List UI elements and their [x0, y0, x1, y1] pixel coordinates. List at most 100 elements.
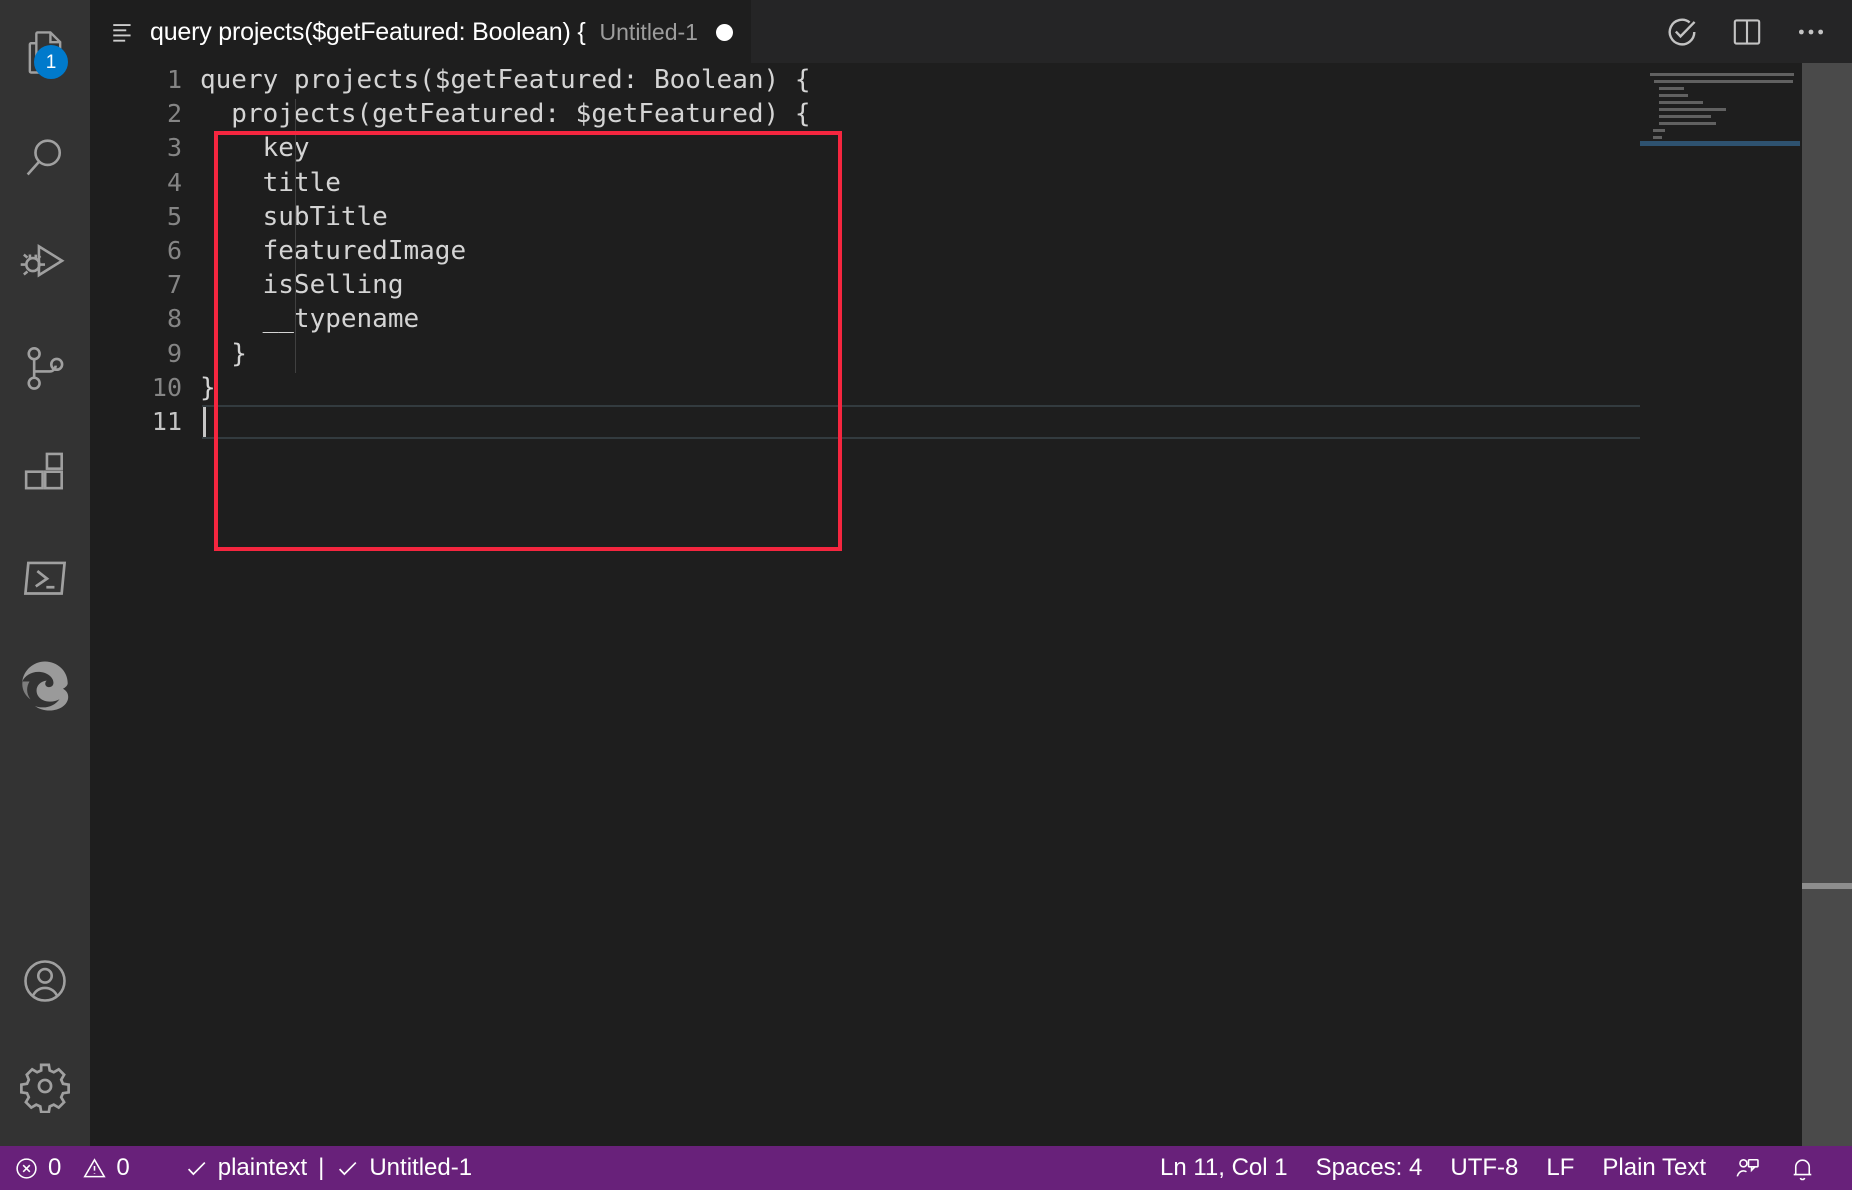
search-icon [19, 132, 71, 184]
activity-item-browser-preview[interactable] [0, 630, 90, 735]
minimap-line [1640, 127, 1800, 134]
status-separator: | [316, 1154, 326, 1182]
minimap-line [1640, 120, 1800, 127]
source-control-icon [19, 342, 71, 394]
line-number: 5 [90, 200, 200, 234]
code-line[interactable]: 6 featuredImage [90, 234, 1852, 268]
powershell-icon [18, 551, 72, 605]
line-number: 11 [90, 405, 200, 439]
tab-title: query projects($getFeatured: Boolean) { [150, 18, 586, 47]
status-editor-language[interactable]: Plain Text [1588, 1146, 1720, 1190]
editor-encoding-label: UTF-8 [1450, 1154, 1518, 1182]
activity-item-accounts[interactable] [0, 928, 90, 1033]
live-share-icon [1734, 1155, 1761, 1182]
line-text: key [200, 131, 310, 165]
minimap-line [1640, 106, 1800, 113]
status-editor-eol[interactable]: LF [1532, 1146, 1588, 1190]
minimap-line [1640, 99, 1800, 106]
more-actions-button[interactable] [1794, 15, 1828, 49]
minimap-current-line [1640, 141, 1800, 146]
split-editor-button[interactable] [1730, 15, 1764, 49]
code-content[interactable]: 1query projects($getFeatured: Boolean) {… [90, 63, 1852, 1160]
activity-item-search[interactable] [0, 105, 90, 210]
warning-icon [82, 1156, 107, 1181]
line-text: featuredImage [200, 234, 466, 268]
status-editor-selection[interactable]: Ln 11, Col 1 [1146, 1146, 1302, 1190]
execute-query-button[interactable] [1664, 14, 1700, 50]
line-text: isSelling [200, 268, 404, 302]
status-bar: 0 0 plaintext | [0, 1146, 1852, 1190]
line-number: 2 [90, 97, 200, 131]
line-number: 1 [90, 63, 200, 97]
list-lines-icon [110, 19, 136, 45]
status-editor-indentation[interactable]: Spaces: 4 [1302, 1146, 1437, 1190]
line-number: 6 [90, 234, 200, 268]
editor-eol-label: LF [1546, 1154, 1574, 1182]
line-number: 9 [90, 337, 200, 371]
line-number: 8 [90, 302, 200, 336]
minimap-line [1640, 85, 1800, 92]
line-text: projects(getFeatured: $getFeatured) { [200, 97, 810, 131]
extensions-icon [19, 447, 71, 499]
code-line[interactable]: 10} [90, 371, 1852, 405]
line-text: } [200, 371, 216, 405]
code-line[interactable]: 11 [90, 405, 1852, 439]
error-count: 0 [48, 1154, 61, 1182]
warning-count: 0 [116, 1154, 129, 1182]
editor-scrollbar-track[interactable] [1802, 63, 1852, 1160]
editor-scrollbar-slider[interactable] [1802, 63, 1852, 1160]
editor-body[interactable]: 1query projects($getFeatured: Boolean) {… [90, 63, 1852, 1160]
code-line[interactable]: 2 projects(getFeatured: $getFeatured) { [90, 97, 1852, 131]
account-icon [19, 955, 71, 1007]
activity-item-extensions[interactable] [0, 420, 90, 525]
minimap[interactable] [1640, 63, 1800, 1160]
activity-item-source-control[interactable] [0, 315, 90, 420]
status-editor-encoding[interactable]: UTF-8 [1436, 1146, 1532, 1190]
tab-dirty-indicator[interactable] [716, 24, 733, 41]
tab-description: Untitled-1 [600, 19, 698, 46]
editor-language-label: Plain Text [1602, 1154, 1706, 1182]
edge-browser-icon [16, 654, 74, 712]
text-cursor [203, 407, 206, 437]
code-line[interactable]: 4 title [90, 166, 1852, 200]
editor-region: query projects($getFeatured: Boolean) { … [90, 0, 1852, 1160]
line-number: 7 [90, 268, 200, 302]
line-number: 4 [90, 166, 200, 200]
status-problems[interactable]: 0 0 [0, 1146, 144, 1190]
code-line[interactable]: 7 isSelling [90, 268, 1852, 302]
minimap-line [1640, 92, 1800, 99]
graphql-language-label: plaintext [218, 1154, 307, 1182]
minimap-line [1640, 113, 1800, 120]
line-text: query projects($getFeatured: Boolean) { [200, 63, 810, 97]
editor-tab-bar: query projects($getFeatured: Boolean) { … [90, 0, 1852, 63]
status-graphql-language[interactable]: plaintext | Untitled-1 [170, 1146, 486, 1190]
minimap-line [1640, 78, 1800, 85]
activity-item-run-and-debug[interactable] [0, 210, 90, 315]
scrollbar-marker [1802, 883, 1852, 889]
check-icon-2 [335, 1156, 360, 1181]
gear-icon [18, 1059, 72, 1113]
line-text: __typename [200, 302, 419, 336]
status-notifications[interactable] [1775, 1146, 1830, 1190]
error-icon [14, 1156, 39, 1181]
line-number: 3 [90, 131, 200, 165]
line-number: 10 [90, 371, 200, 405]
code-line[interactable]: 9 } [90, 337, 1852, 371]
activity-item-explorer[interactable]: 1 [0, 0, 90, 105]
code-line[interactable]: 3 key [90, 131, 1852, 165]
code-line[interactable]: 5 subTitle [90, 200, 1852, 234]
tab-untitled-1[interactable]: query projects($getFeatured: Boolean) { … [90, 0, 751, 63]
activity-item-terminal[interactable] [0, 525, 90, 630]
activity-bar: 1 [0, 0, 90, 1160]
activity-item-manage[interactable] [0, 1033, 90, 1138]
editor-actions [1664, 0, 1834, 63]
run-debug-icon [18, 236, 72, 290]
editor-selection-label: Ln 11, Col 1 [1160, 1154, 1288, 1182]
vscode-window: 1 [0, 0, 1852, 1190]
line-text: } [200, 337, 247, 371]
bell-icon [1789, 1155, 1816, 1182]
graphql-file-label: Untitled-1 [369, 1154, 472, 1182]
code-line[interactable]: 1query projects($getFeatured: Boolean) { [90, 63, 1852, 97]
status-live-share[interactable] [1720, 1146, 1775, 1190]
code-line[interactable]: 8 __typename [90, 302, 1852, 336]
